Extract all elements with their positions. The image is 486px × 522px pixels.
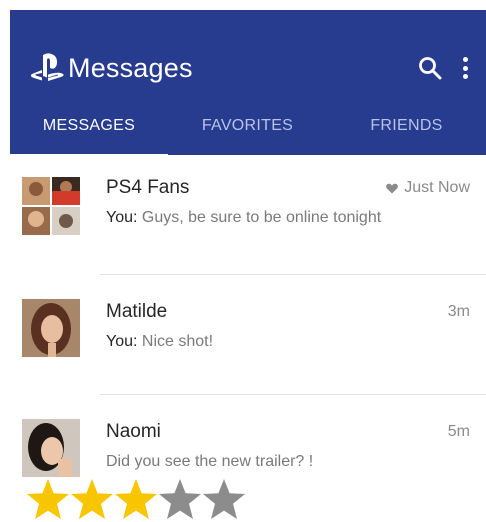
app-bar: Messages MESSAGES FAVORITES FRIENDS <box>10 10 486 157</box>
status-strip <box>0 0 486 10</box>
user-avatar <box>22 419 80 477</box>
message-preview: You: Nice shot! <box>106 333 213 351</box>
playstation-logo-icon <box>30 53 64 81</box>
sender-prefix: You: <box>106 333 138 350</box>
message-preview: Did you see the new trailer? ! <box>106 453 313 471</box>
message-preview: You: Guys, be sure to be online tonight <box>106 209 381 227</box>
sender-prefix: You: <box>106 209 138 226</box>
message-text: Nice shot! <box>141 333 214 350</box>
star-filled-icon[interactable] <box>26 478 70 520</box>
time-label: 3m <box>447 303 470 320</box>
star-empty-icon[interactable] <box>158 478 202 520</box>
star-filled-icon[interactable] <box>70 478 114 520</box>
more-vert-icon[interactable] <box>458 54 472 82</box>
tab-friends[interactable]: FRIENDS <box>327 108 486 155</box>
contact-name: PS4 Fans <box>106 177 190 198</box>
message-text: Guys, be sure to be online tonight <box>141 209 382 226</box>
star-empty-icon[interactable] <box>202 478 246 520</box>
heart-icon <box>386 183 399 193</box>
message-time: Just Now <box>386 179 470 197</box>
conversation-row-ps4-fans[interactable]: PS4 Fans Just Now You: Guys, be sure to … <box>0 155 486 275</box>
tab-bar: MESSAGES FAVORITES FRIENDS <box>10 108 486 155</box>
search-icon[interactable] <box>416 54 444 82</box>
app-brand: Messages <box>30 48 193 88</box>
message-text: Did you see the new trailer? ! <box>106 453 314 470</box>
app-title: Messages <box>68 52 193 83</box>
conversation-row-matilde[interactable]: Matilde 3m You: Nice shot! <box>0 275 486 395</box>
tab-messages[interactable]: MESSAGES <box>10 108 168 155</box>
group-avatar <box>22 177 80 235</box>
time-label: 5m <box>447 423 470 440</box>
tab-favorites[interactable]: FAVORITES <box>168 108 327 155</box>
time-label: Just Now <box>404 179 470 196</box>
contact-name: Naomi <box>106 421 161 442</box>
star-rating[interactable] <box>26 478 246 520</box>
contact-name: Matilde <box>106 301 168 322</box>
message-time: 3m <box>448 303 470 321</box>
star-filled-icon[interactable] <box>114 478 158 520</box>
message-time: 5m <box>448 423 470 441</box>
user-avatar <box>22 299 80 357</box>
